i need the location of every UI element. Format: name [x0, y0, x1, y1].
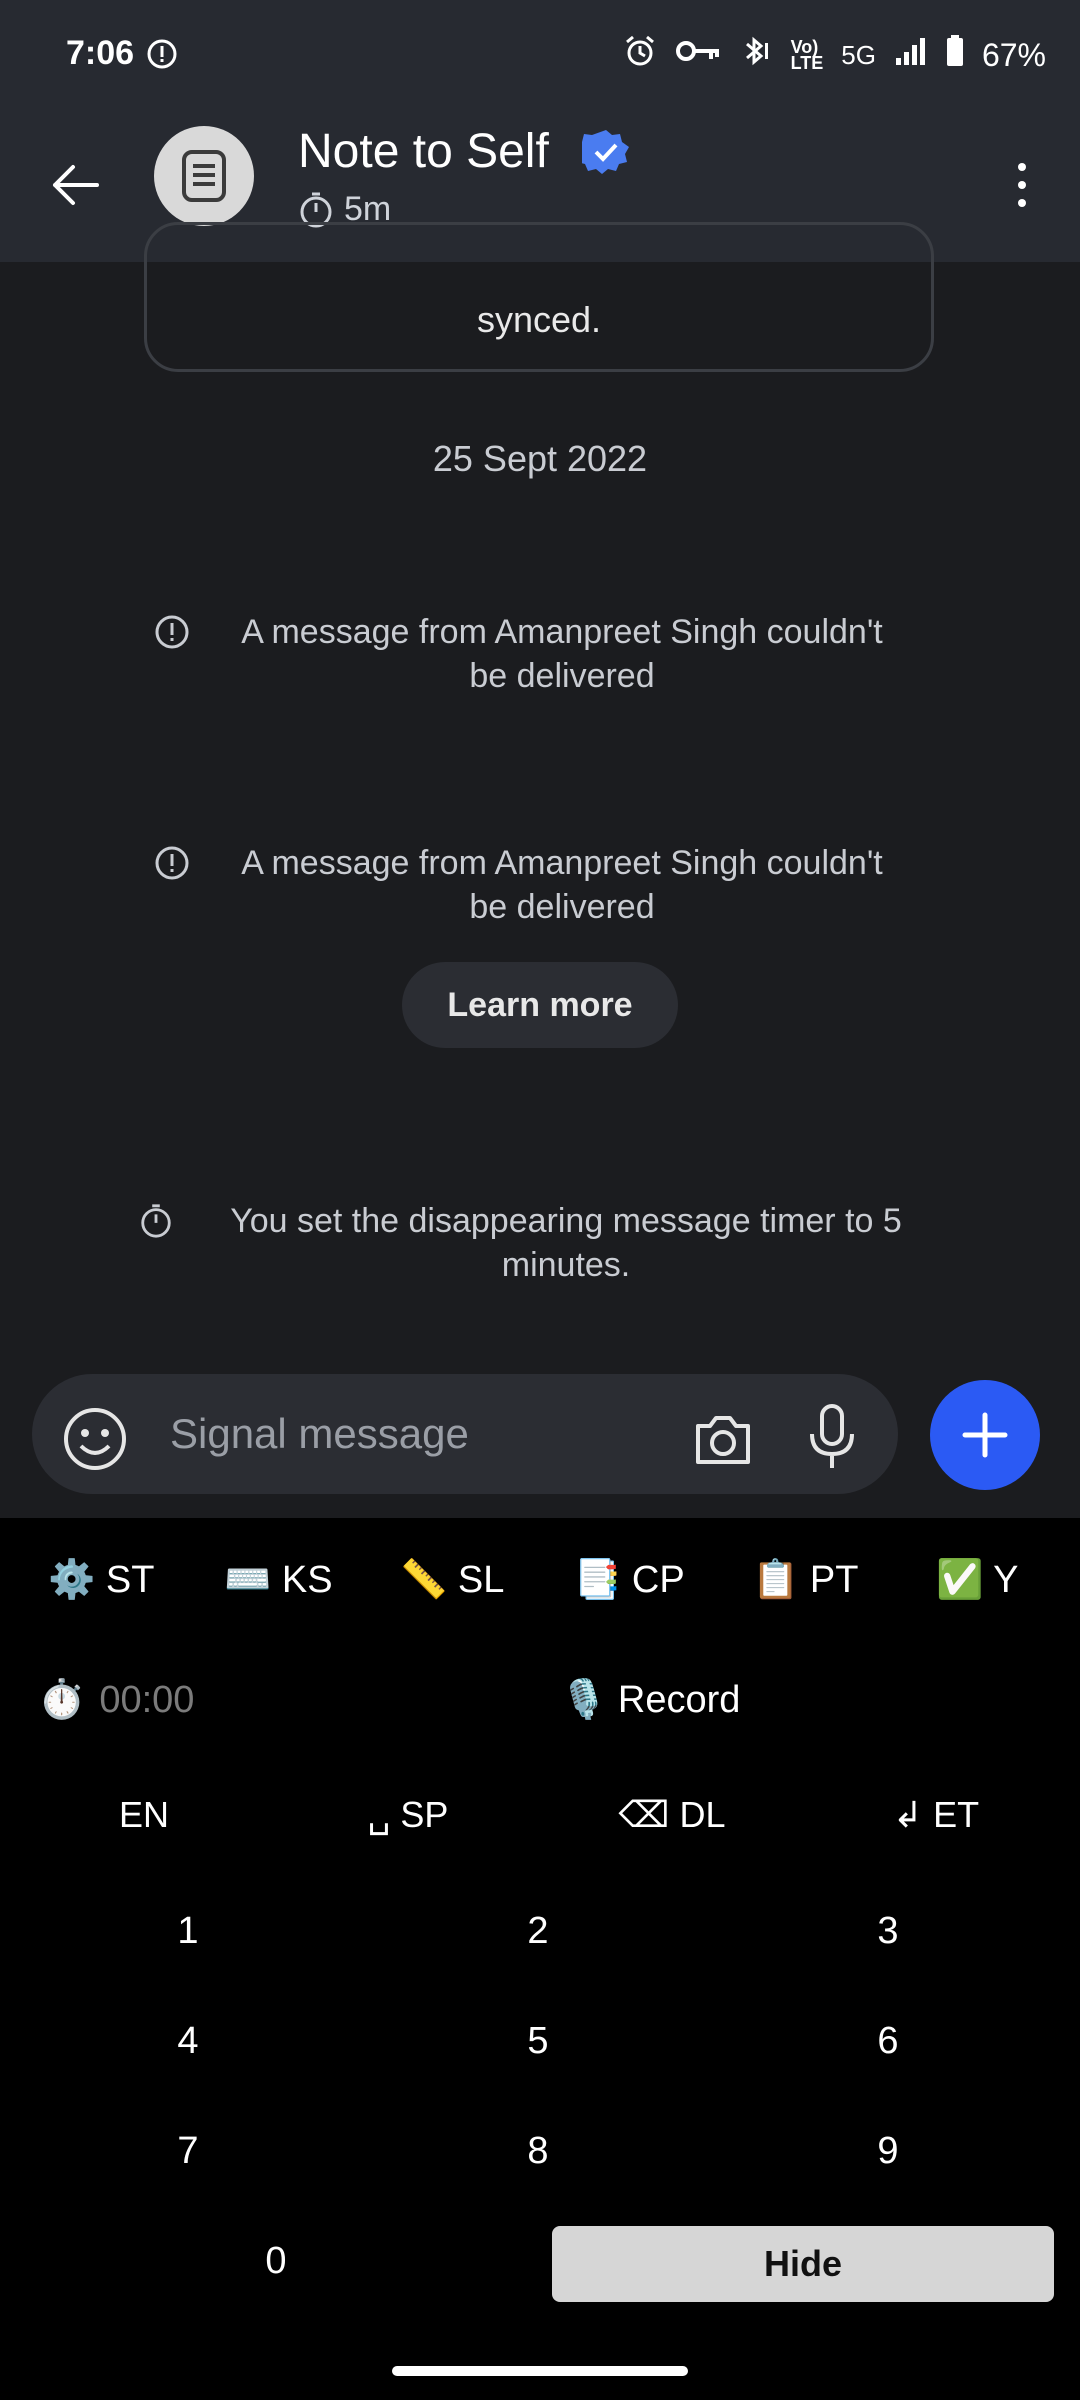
tool-confirm[interactable]: ✅ Y — [936, 1558, 1019, 1602]
timer-icon — [141, 1204, 171, 1238]
note-icon — [182, 150, 226, 202]
key-4[interactable]: 4 — [128, 2020, 248, 2063]
notice-text-line2: be delivered — [469, 888, 655, 926]
battery-icon — [946, 35, 964, 75]
emoji-button[interactable] — [62, 1406, 128, 1472]
emoji-icon — [64, 1408, 126, 1470]
key-delete[interactable]: ⌫ DL — [572, 1794, 772, 1836]
status-bar: 7:06 Vo) LTE 5G 67% — [0, 0, 1080, 110]
more-options-button[interactable] — [992, 150, 1052, 220]
alert-icon — [155, 615, 189, 649]
voice-note-button[interactable] — [802, 1402, 862, 1472]
key-6[interactable]: 6 — [828, 2020, 948, 2063]
message-placeholder[interactable]: Signal message — [170, 1410, 469, 1458]
conversation-list[interactable]: synced. 25 Sept 2022 A message from Aman… — [0, 222, 1080, 1372]
hide-keyboard-button[interactable]: Hide — [552, 2226, 1054, 2302]
key-2[interactable]: 2 — [478, 1910, 598, 1953]
tool-keyboard-switch[interactable]: ⌨️ KS — [224, 1558, 333, 1602]
notice-text-line1: You set the disappearing message timer t… — [230, 1202, 902, 1240]
status-time: 7:06 — [66, 34, 135, 72]
notice-text-line2: minutes. — [501, 1246, 631, 1284]
key-enter[interactable]: ↲ ET — [836, 1794, 1036, 1836]
tool-copy[interactable]: 📑 CP — [574, 1558, 685, 1602]
more-vert-dot — [1018, 181, 1026, 189]
key-7[interactable]: 7 — [128, 2130, 248, 2173]
attach-button[interactable] — [930, 1380, 1040, 1490]
message-bubble[interactable]: synced. — [144, 222, 934, 372]
key-8[interactable]: 8 — [478, 2130, 598, 2173]
signal-icon — [894, 36, 928, 74]
key-language[interactable]: EN — [44, 1794, 244, 1836]
microphone-icon — [810, 1404, 854, 1468]
alert-icon — [146, 38, 178, 75]
key-0[interactable]: 0 — [216, 2240, 336, 2283]
timer-value: 00:00 — [99, 1678, 195, 1721]
message-composer: Signal message — [0, 1372, 1080, 1518]
key-5[interactable]: 5 — [478, 2020, 598, 2063]
back-arrow-icon — [53, 165, 99, 205]
tool-settings[interactable]: ⚙️ ST — [48, 1558, 154, 1602]
avatar[interactable] — [154, 126, 254, 226]
key-space[interactable]: ␣ SP — [308, 1794, 508, 1836]
notice-text-line2: be delivered — [469, 657, 655, 695]
alarm-icon — [623, 34, 657, 76]
key-3[interactable]: 3 — [828, 1910, 948, 1953]
tool-select[interactable]: 📏 SL — [400, 1558, 504, 1602]
date-divider: 25 Sept 2022 — [432, 438, 648, 479]
verified-icon — [575, 128, 630, 176]
message-text: synced. — [476, 299, 602, 340]
learn-more-button[interactable]: Learn more — [402, 962, 678, 1048]
delivery-failure-notice[interactable]: A message from Amanpreet Singh couldn't … — [140, 610, 940, 698]
camera-button[interactable] — [690, 1406, 756, 1472]
delivery-failure-notice[interactable]: A message from Amanpreet Singh couldn't … — [140, 841, 940, 929]
vpn-key-icon — [675, 36, 721, 74]
alert-icon — [155, 846, 189, 880]
bluetooth-icon — [739, 34, 773, 76]
timer-change-notice: You set the disappearing message timer t… — [124, 1199, 964, 1287]
status-icons: Vo) LTE 5G 67% — [623, 34, 1046, 76]
keyboard: ⚙️ ST ⌨️ KS 📏 SL 📑 CP 📋 PT ✅ Y ⏱️ 00:00 … — [0, 1518, 1080, 2400]
volte-icon: Vo) LTE — [790, 37, 824, 73]
notice-text-line1: A message from Amanpreet Singh couldn't — [241, 844, 883, 882]
more-vert-icon — [1018, 163, 1026, 171]
plus-icon — [962, 1412, 1008, 1458]
record-timer: ⏱️ 00:00 — [38, 1678, 194, 1722]
notice-text-line1: A message from Amanpreet Singh couldn't — [241, 613, 883, 651]
camera-icon — [696, 1416, 750, 1464]
key-1[interactable]: 1 — [128, 1910, 248, 1953]
network-type: 5G — [841, 39, 876, 70]
stopwatch-icon: ⏱️ — [38, 1679, 86, 1721]
tool-paste[interactable]: 📋 PT — [752, 1558, 858, 1602]
key-9[interactable]: 9 — [828, 2130, 948, 2173]
record-button[interactable]: 🎙️ Record — [560, 1678, 740, 1722]
conversation-title[interactable]: Note to Self — [298, 124, 549, 179]
back-button[interactable] — [40, 150, 110, 220]
battery-level: 67% — [981, 36, 1046, 73]
home-gesture-bar[interactable] — [392, 2366, 688, 2376]
more-vert-dot — [1018, 199, 1026, 207]
